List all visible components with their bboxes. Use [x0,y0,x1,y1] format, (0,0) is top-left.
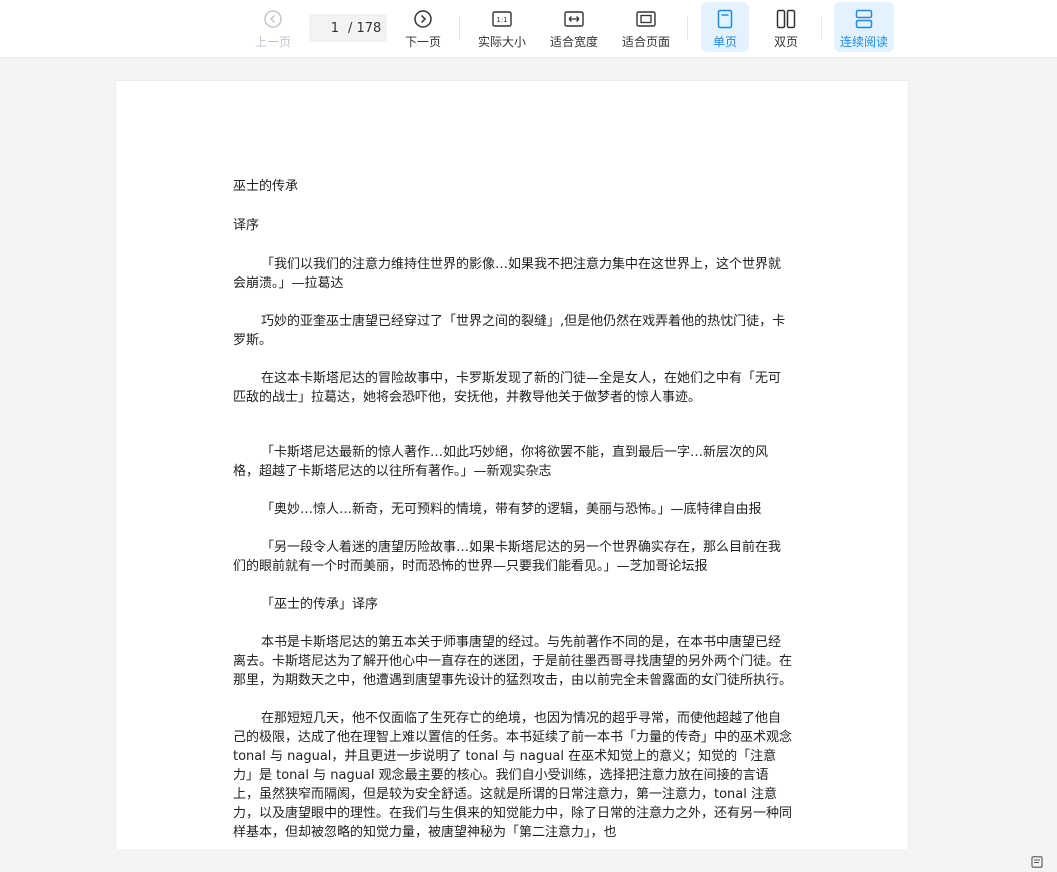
toolbar-divider [459,16,460,40]
one-to-one-icon: 1:1 [492,11,512,27]
bottom-bar [0,849,1057,868]
fit-width-label: 适合宽度 [549,35,598,49]
paragraph: 「卡斯塔尼达最新的惊人著作…如此巧妙絕，你将欲罢不能，直到最后一字…新层次的风格… [233,445,769,479]
double-page-label: 双页 [773,35,798,49]
section-heading: 「巫士的传承」译序 [261,597,379,612]
fit-page-icon [636,11,656,27]
fit-page-label: 适合页面 [621,35,670,49]
double-page-icon [776,9,796,29]
continuous-read-button[interactable]: 连续阅读 [834,2,894,52]
paragraph: 在这本卡斯塔尼达的冒险故事中，卡罗斯发现了新的门徒—全是女人，在她们之中有「无可… [233,371,782,405]
one-to-one-text: 1:1 [496,16,507,24]
prev-page-button[interactable]: 上一页 [252,2,294,52]
actual-size-button[interactable]: 1:1 实际大小 [475,2,529,52]
continuous-scroll-icon [855,9,873,29]
paragraph: 本书是卡斯塔尼达的第五本关于师事唐望的经过。与先前著作不同的是，在本书中唐望已经… [233,635,793,688]
actual-size-label: 实际大小 [477,35,526,49]
toolbar-divider [821,16,822,40]
page-content: 巫士的传承 译序 「我们以我们的注意力维持住世界的影像…如果我不把注意力集中在这… [233,177,793,861]
paragraph: 巧妙的亚奎巫士唐望已经穿过了「世界之间的裂缝」,但是他仍然在戏弄着他的热忱门徒，… [233,314,786,348]
chevron-left-circle-icon [264,10,282,28]
document-page: 巫士的传承 译序 「我们以我们的注意力维持住世界的影像…如果我不把注意力集中在这… [115,80,909,862]
total-pages: / 178 [348,20,382,36]
next-page-label: 下一页 [404,35,441,49]
fit-width-icon [564,11,584,27]
notes-icon[interactable] [1031,853,1043,872]
page-number-box: / 178 [309,14,387,42]
continuous-read-label: 连续阅读 [839,35,888,49]
document-title: 巫士的传承 [233,179,299,194]
fit-page-button[interactable]: 适合页面 [619,2,673,52]
double-page-button[interactable]: 双页 [763,2,809,52]
chevron-right-circle-icon [414,10,432,28]
prev-page-label: 上一页 [254,35,291,49]
toolbar: 上一页 / 178 下一页 1:1 实际大小 [0,0,1057,58]
paragraph: 「奥妙…惊人…新奇，无可预料的情境，带有梦的逻辑，美丽与恐怖。」—底特律自由报 [261,502,762,517]
document-subtitle: 译序 [233,218,260,233]
single-page-button[interactable]: 单页 [701,2,749,52]
single-page-icon [717,9,733,29]
fit-width-button[interactable]: 适合宽度 [547,2,601,52]
paragraph: 在那短短几天，他不仅面临了生死存亡的绝境，也因为情况的超乎寻常，而使他超越了他自… [233,711,793,840]
toolbar-divider [687,16,688,40]
next-page-button[interactable]: 下一页 [402,2,444,52]
paragraph: 「我们以我们的注意力维持住世界的影像…如果我不把注意力集中在这世界上，这个世界就… [233,257,782,291]
single-page-label: 单页 [712,35,737,49]
current-page-input[interactable] [315,20,339,36]
paragraph: 「另一段令人着迷的唐望历险故事…如果卡斯塔尼达的另一个世界确实存在，那么目前在我… [233,540,782,574]
